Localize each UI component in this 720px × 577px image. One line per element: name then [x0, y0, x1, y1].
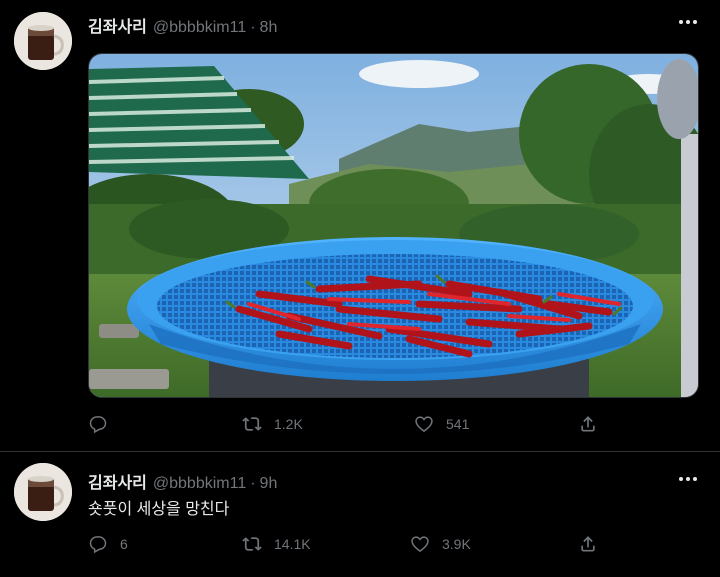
reply-icon — [89, 536, 107, 554]
tweet-actions: 1.2K 541 — [88, 413, 608, 435]
reply-count: 6 — [120, 536, 128, 552]
user-handle[interactable]: @bbbbkim11 — [153, 19, 246, 37]
timestamp[interactable]: 8h — [260, 19, 278, 37]
share-button[interactable] — [578, 533, 598, 555]
like-icon — [415, 416, 433, 432]
retweet-count: 1.2K — [274, 416, 303, 432]
display-name[interactable]: 김좌사리 — [88, 13, 147, 37]
like-icon — [411, 536, 429, 552]
more-icon[interactable] — [676, 469, 700, 489]
like-button[interactable]: 541 — [414, 413, 469, 435]
tweet-header: 김좌사리 @bbbbkim11 · 9h — [88, 469, 277, 493]
tweet[interactable]: 김좌사리 @bbbbkim11 · 9h 숏풋이 세상을 망친다 6 14.1K… — [0, 453, 720, 577]
timestamp[interactable]: 9h — [260, 475, 278, 493]
tweet-text: 숏풋이 세상을 망친다 — [88, 501, 230, 518]
avatar[interactable] — [14, 12, 72, 70]
separator: · — [250, 19, 256, 36]
more-icon[interactable] — [676, 12, 700, 32]
tweet-header: 김좌사리 @bbbbkim11 · 8h — [88, 13, 277, 37]
like-count: 541 — [446, 416, 470, 432]
reply-icon — [89, 416, 107, 434]
user-handle[interactable]: @bbbbkim11 — [153, 475, 246, 493]
share-icon — [581, 536, 595, 552]
retweet-button[interactable]: 14.1K — [242, 533, 311, 555]
share-icon — [581, 416, 595, 432]
reply-button[interactable]: 6 — [88, 533, 128, 555]
display-name[interactable]: 김좌사리 — [88, 469, 147, 493]
retweet-icon — [242, 417, 262, 431]
tweet-actions: 6 14.1K 3.9K — [88, 533, 608, 555]
avatar[interactable] — [14, 463, 72, 521]
separator: · — [250, 475, 256, 492]
like-button[interactable]: 3.9K — [410, 533, 471, 555]
divider — [0, 451, 720, 452]
tweet-photo[interactable] — [88, 53, 699, 398]
retweet-count: 14.1K — [274, 536, 311, 552]
tweet[interactable]: 김좌사리 @bbbbkim11 · 8h 1.2K 541 — [0, 0, 720, 452]
reply-button[interactable] — [88, 413, 120, 435]
retweet-button[interactable]: 1.2K — [242, 413, 303, 435]
retweet-icon — [242, 537, 262, 551]
like-count: 3.9K — [442, 536, 471, 552]
share-button[interactable] — [578, 413, 598, 435]
